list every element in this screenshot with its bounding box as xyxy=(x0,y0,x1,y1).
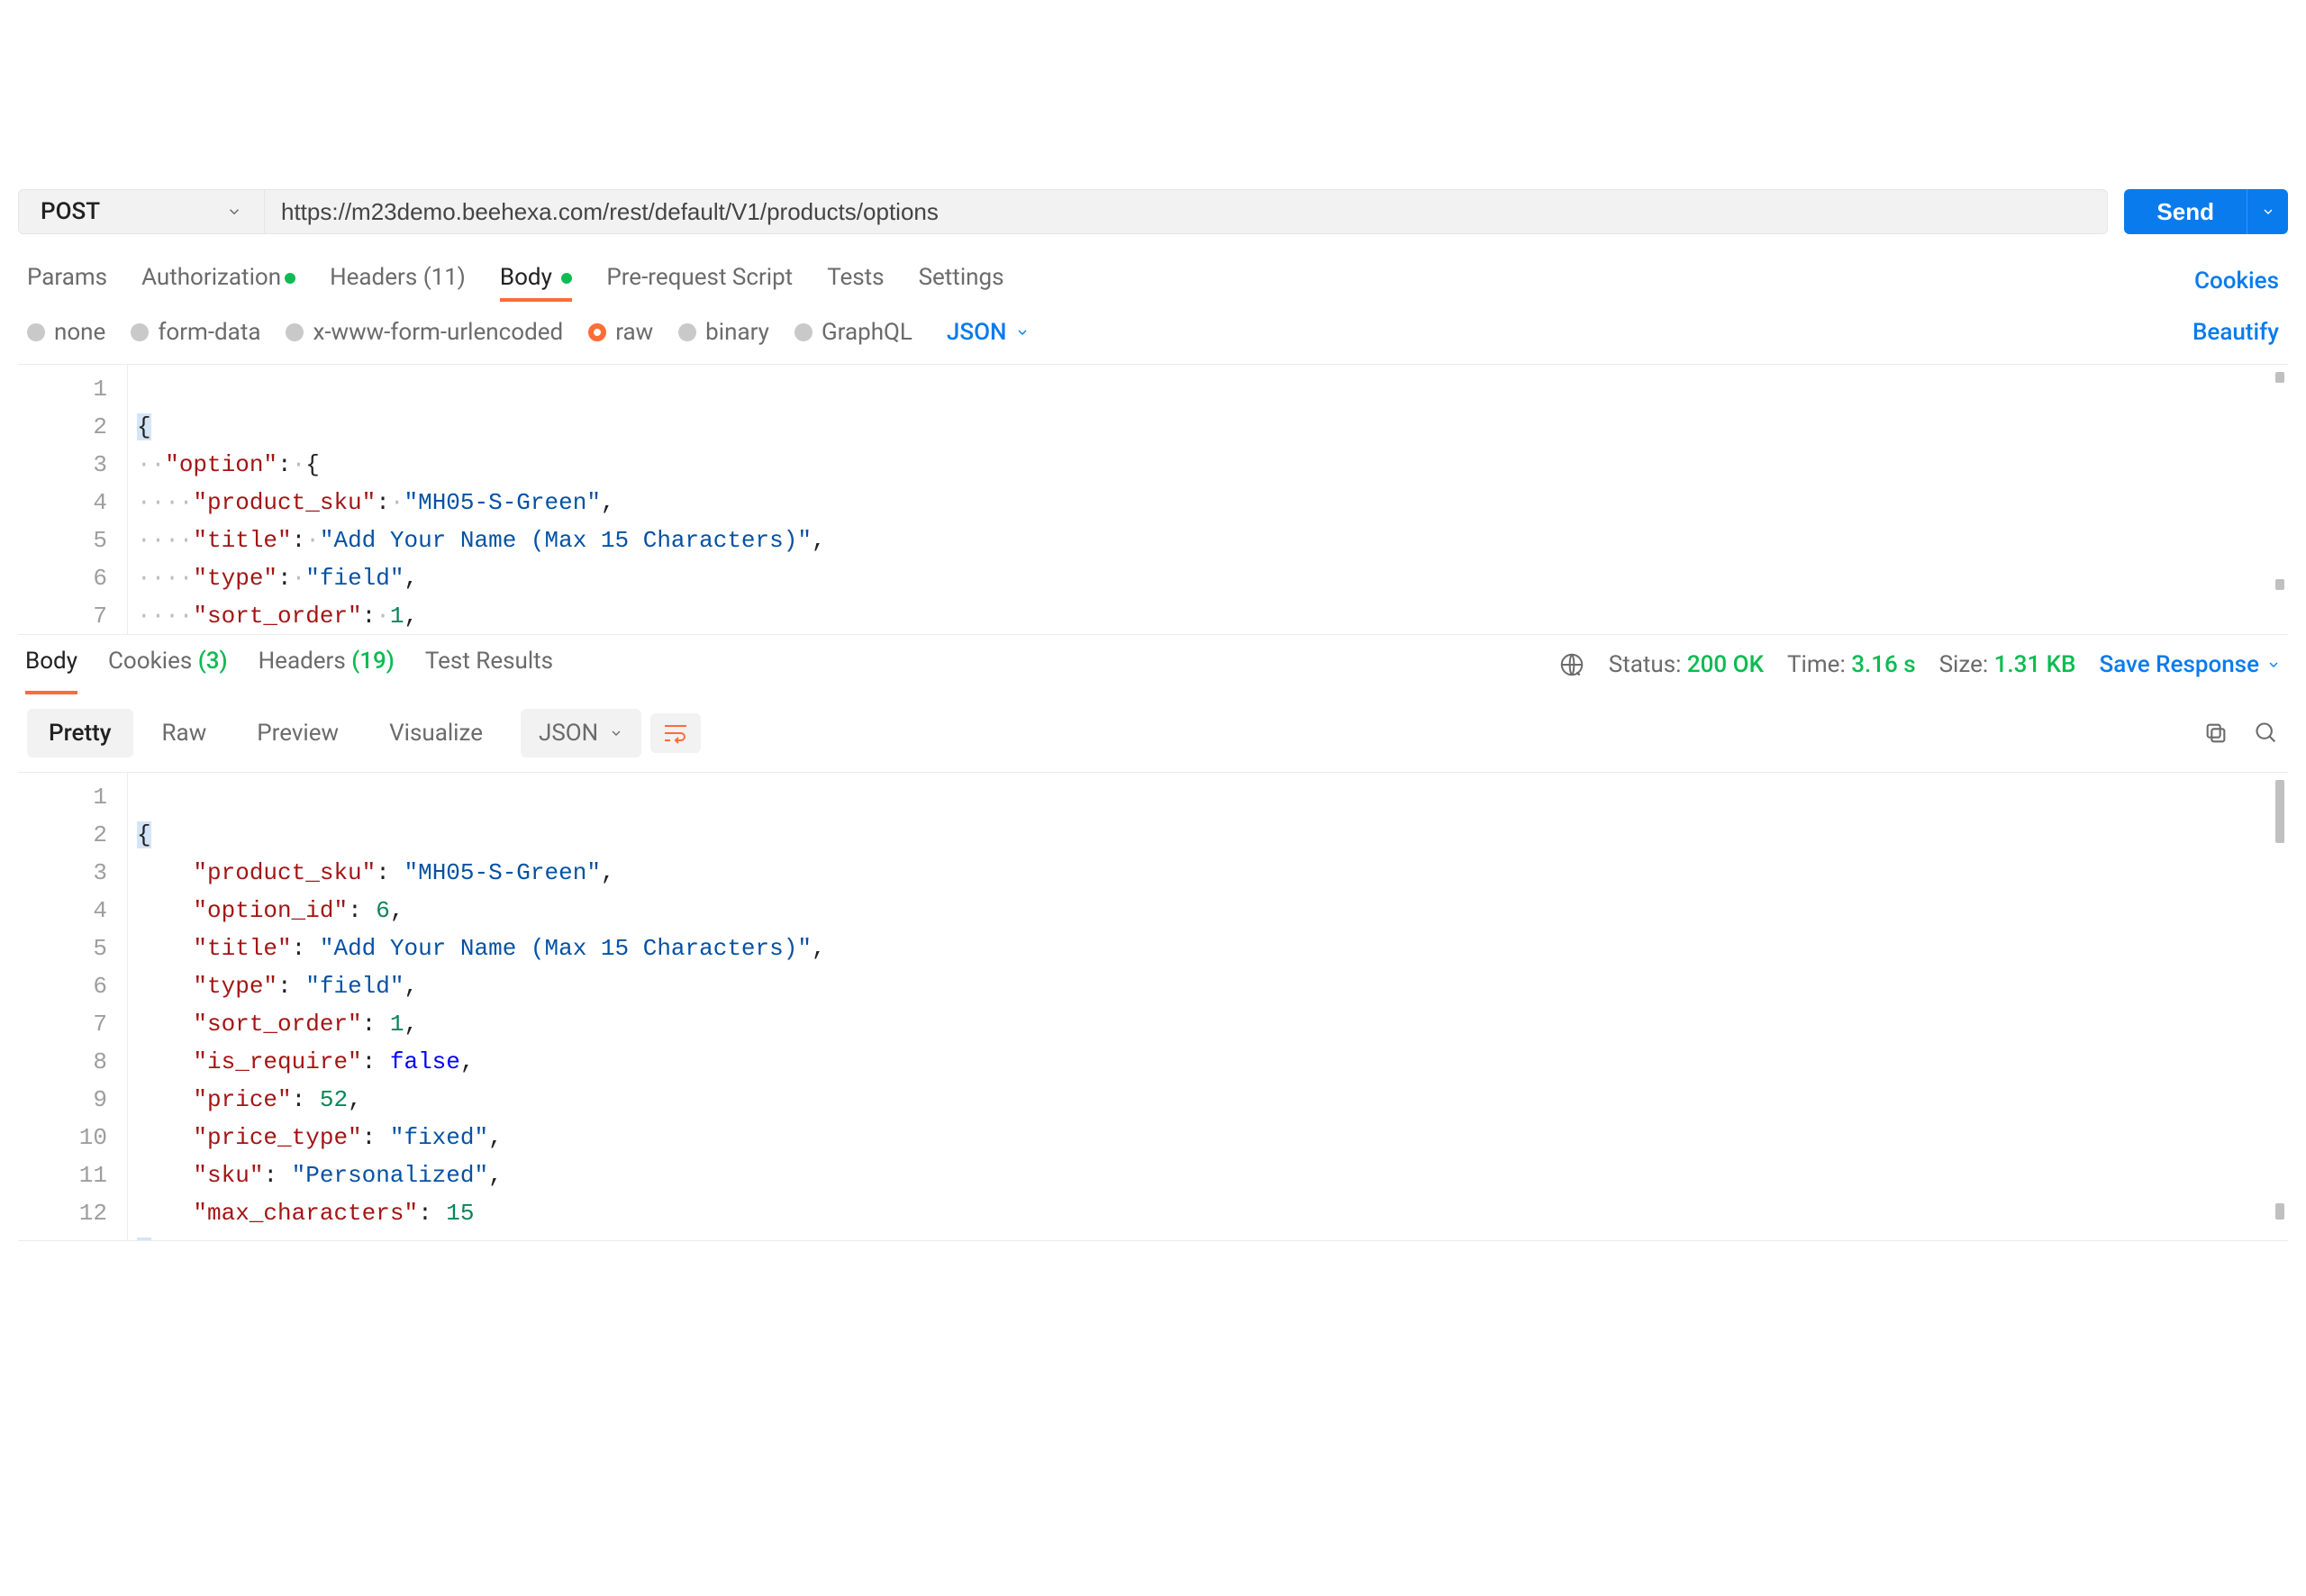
tab-pre-request[interactable]: Pre-request Script xyxy=(606,264,793,298)
tab-params[interactable]: Params xyxy=(27,264,107,298)
request-body-editor[interactable]: 1234567 { ··"option":·{ ····"product_sku… xyxy=(18,365,2288,635)
status-block: Status: 200 OK xyxy=(1609,651,1764,678)
response-language-dropdown[interactable]: JSON xyxy=(521,709,641,757)
chevron-down-icon xyxy=(226,204,242,220)
dot-indicator-icon xyxy=(561,273,572,284)
body-type-graphql[interactable]: GraphQL xyxy=(794,319,912,346)
send-button[interactable]: Send xyxy=(2124,189,2247,234)
raw-language-dropdown[interactable]: JSON xyxy=(947,319,1030,346)
scrollbar-thumb[interactable] xyxy=(2275,780,2284,843)
scrollbar-track xyxy=(2275,372,2284,627)
word-wrap-icon xyxy=(663,722,688,744)
method-label: POST xyxy=(41,198,100,225)
size-block: Size: 1.31 KB xyxy=(1939,651,2076,678)
cookies-link[interactable]: Cookies xyxy=(2194,268,2279,295)
response-tab-body[interactable]: Body xyxy=(25,648,77,682)
request-code[interactable]: { ··"option":·{ ····"product_sku":·"MH05… xyxy=(128,365,2288,634)
scrollbar-thumb[interactable] xyxy=(2275,579,2284,590)
tab-authorization[interactable]: Authorization xyxy=(141,264,295,298)
radio-icon xyxy=(131,323,149,341)
search-icon[interactable] xyxy=(2254,721,2279,746)
dot-indicator-icon xyxy=(285,273,295,284)
radio-icon xyxy=(588,323,606,341)
tab-headers[interactable]: Headers (11) xyxy=(330,264,466,298)
scrollbar-thumb[interactable] xyxy=(2275,1203,2284,1220)
tab-body[interactable]: Body xyxy=(500,264,572,298)
scrollbar-thumb[interactable] xyxy=(2275,372,2284,383)
time-block: Time: 3.16 s xyxy=(1787,651,1916,678)
response-code[interactable]: { "product_sku": "MH05-S-Green", "option… xyxy=(128,773,2288,1240)
response-tab-test-results[interactable]: Test Results xyxy=(425,648,553,682)
view-pretty[interactable]: Pretty xyxy=(27,709,133,757)
save-response-dropdown[interactable]: Save Response xyxy=(2099,651,2281,678)
method-dropdown[interactable]: POST xyxy=(18,189,265,234)
radio-icon xyxy=(794,323,813,341)
tab-settings[interactable]: Settings xyxy=(919,264,1004,298)
response-body-editor[interactable]: 123456789101112 { "product_sku": "MH05-S… xyxy=(18,773,2288,1241)
chevron-down-icon xyxy=(2266,657,2281,672)
view-raw[interactable]: Raw xyxy=(141,709,229,757)
body-type-url-encoded[interactable]: x-www-form-urlencoded xyxy=(286,319,563,346)
response-tab-headers[interactable]: Headers (19) xyxy=(259,648,395,682)
scrollbar-track xyxy=(2275,780,2284,1233)
body-type-binary[interactable]: binary xyxy=(678,319,769,346)
body-type-none[interactable]: none xyxy=(27,319,105,346)
chevron-down-icon xyxy=(2261,204,2275,219)
radio-icon xyxy=(27,323,45,341)
radio-icon xyxy=(286,323,304,341)
globe-icon[interactable] xyxy=(1558,651,1585,678)
wrap-lines-button[interactable] xyxy=(650,713,701,753)
view-visualize[interactable]: Visualize xyxy=(368,709,504,757)
chevron-down-icon xyxy=(609,726,623,740)
beautify-button[interactable]: Beautify xyxy=(2193,319,2279,346)
view-preview[interactable]: Preview xyxy=(235,709,360,757)
tab-tests[interactable]: Tests xyxy=(827,264,884,298)
radio-icon xyxy=(678,323,696,341)
chevron-down-icon xyxy=(1015,325,1030,340)
copy-icon[interactable] xyxy=(2203,721,2229,746)
send-options-button[interactable] xyxy=(2247,189,2288,234)
request-gutter: 1234567 xyxy=(18,365,128,634)
response-tab-cookies[interactable]: Cookies (3) xyxy=(108,648,228,682)
response-gutter: 123456789101112 xyxy=(18,773,128,1240)
body-type-raw[interactable]: raw xyxy=(588,319,653,346)
url-input[interactable] xyxy=(265,189,2108,234)
body-type-form-data[interactable]: form-data xyxy=(131,319,260,346)
